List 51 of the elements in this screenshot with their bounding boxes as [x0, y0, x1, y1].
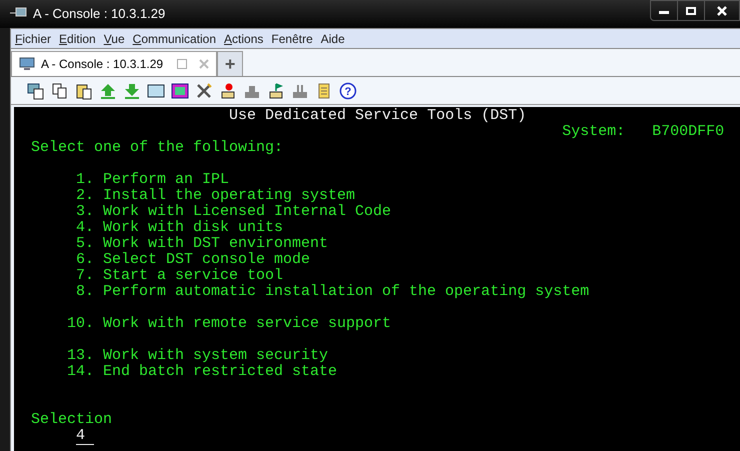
record-icon[interactable] — [219, 82, 237, 100]
option-label: Work with DST environment — [103, 236, 328, 252]
option-label: End batch restricted state — [103, 364, 338, 380]
option-number: 7. — [74, 268, 94, 284]
option-number: 8. — [74, 284, 94, 300]
option-number: 2. — [74, 188, 94, 204]
window-title: A - Console : 10.3.1.29 — [33, 5, 166, 23]
option-label: Perform automatic installation of the operating system — [103, 284, 590, 300]
menu-item[interactable]: Communication — [132, 30, 216, 48]
download-arrow-icon[interactable] — [123, 82, 141, 100]
play-flag-icon[interactable] — [267, 82, 285, 100]
option-number: 6. — [74, 252, 94, 268]
option-number: 10. — [66, 316, 94, 332]
option-label: Perform an IPL — [103, 172, 230, 188]
selection-label: Selection — [31, 411, 112, 428]
option-label: Work with remote service support — [103, 316, 392, 332]
tab-label: A - Console : 10.3.1.29 — [41, 56, 164, 73]
option-number: 4. — [74, 220, 94, 236]
system-label: System: — [562, 123, 626, 140]
menu-item[interactable]: Vue — [104, 30, 125, 48]
menu-item[interactable]: Fenêtre — [271, 30, 313, 48]
copy-icon[interactable] — [51, 82, 69, 100]
screen-icon[interactable] — [147, 82, 165, 100]
system-value: B700DFF0 — [652, 123, 724, 140]
monitor-icon — [19, 57, 35, 71]
option-label: Work with system security — [103, 348, 328, 364]
tools-icon[interactable] — [195, 82, 213, 100]
menu-item[interactable]: Aide — [320, 30, 345, 48]
selection-field[interactable]: 4 — [76, 428, 94, 444]
option-label: Work with Licensed Internal Code — [103, 204, 392, 220]
option-label: Start a service tool — [103, 268, 284, 284]
new-tab-button[interactable]: + — [217, 51, 244, 76]
color-grid-icon[interactable] — [171, 82, 189, 100]
screen-title: Use Dedicated Service Tools (DST) — [229, 107, 526, 124]
menu-item[interactable]: Edition — [59, 30, 96, 48]
close-icon — [717, 6, 727, 16]
menu-item[interactable]: Actions — [224, 30, 264, 48]
option-number: 13. — [66, 348, 94, 364]
upload-arrow-icon[interactable] — [99, 82, 117, 100]
copy-screen-icon[interactable] — [27, 82, 45, 100]
paste-icon[interactable] — [75, 82, 93, 100]
option-number: 1. — [74, 172, 94, 188]
option-number: 5. — [74, 236, 94, 252]
prompt-text: Select one of the following: — [31, 139, 284, 156]
option-number: 14. — [66, 364, 94, 380]
menu-item[interactable]: Fichier — [15, 30, 52, 48]
option-label: Work with disk units — [103, 220, 284, 236]
option-number: 3. — [74, 204, 94, 220]
option-label: Select DST console mode — [103, 252, 310, 268]
help-icon[interactable]: ? — [339, 82, 357, 100]
option-label: Install the operating system — [103, 188, 356, 204]
